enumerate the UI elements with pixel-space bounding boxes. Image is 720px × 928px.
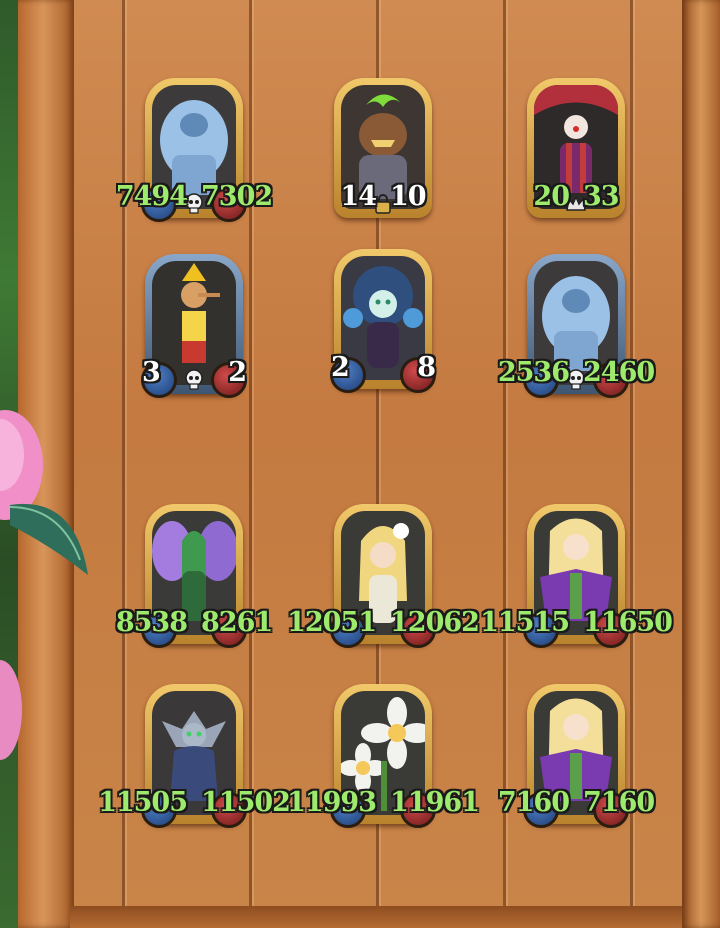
attack-value: 11993 <box>287 787 377 818</box>
unit-card[interactable]: 12051 12062 <box>287 500 480 650</box>
unit-card[interactable]: 11993 11961 <box>287 680 480 830</box>
health-value: 7302 <box>201 181 273 212</box>
wood-rail-bottom <box>70 906 682 928</box>
unit-card[interactable]: 2 8 <box>328 245 438 395</box>
unit-card[interactable]: 7160 7160 <box>498 680 655 830</box>
health-value: 12062 <box>390 607 480 638</box>
health-value: 2460 <box>583 357 655 388</box>
attack-value: 14 <box>340 181 377 212</box>
unit-card[interactable]: 2536 2460 <box>498 250 655 400</box>
health-value: 11961 <box>390 787 480 818</box>
health-value: 11650 <box>583 607 673 638</box>
health-value: 33 <box>583 181 620 212</box>
health-value: 10 <box>390 181 427 212</box>
unit-card[interactable]: 11515 11650 <box>480 500 673 650</box>
attack-value: 11505 <box>98 787 188 818</box>
attack-value: 11515 <box>480 607 570 638</box>
health-value: 2 <box>228 357 247 388</box>
attack-value: 7160 <box>497 787 570 818</box>
skull-icon <box>185 369 203 390</box>
wood-post-right <box>682 0 720 928</box>
unit-card[interactable]: 3 2 <box>139 250 249 400</box>
attack-value: 20 <box>533 181 570 212</box>
attack-value: 3 <box>142 357 161 388</box>
pink-flower-decoration <box>0 410 88 575</box>
health-value: 8 <box>417 352 436 383</box>
pink-flower-decoration <box>0 660 22 760</box>
attack-value: 7494 <box>115 181 188 212</box>
attack-value: 2 <box>331 352 350 383</box>
health-value: 11502 <box>201 787 291 818</box>
unit-card[interactable]: 8538 8261 <box>116 500 273 650</box>
attack-value: 12051 <box>287 607 377 638</box>
health-value: 8261 <box>201 607 273 638</box>
unit-card[interactable]: 20 33 <box>521 74 631 224</box>
unit-card[interactable]: 7494 7302 <box>116 74 273 224</box>
attack-value: 2536 <box>497 357 570 388</box>
unit-card[interactable]: 11505 11502 <box>98 680 291 830</box>
unit-card[interactable]: 14 10 <box>328 74 438 224</box>
attack-value: 8538 <box>115 607 188 638</box>
health-value: 7160 <box>583 787 655 818</box>
